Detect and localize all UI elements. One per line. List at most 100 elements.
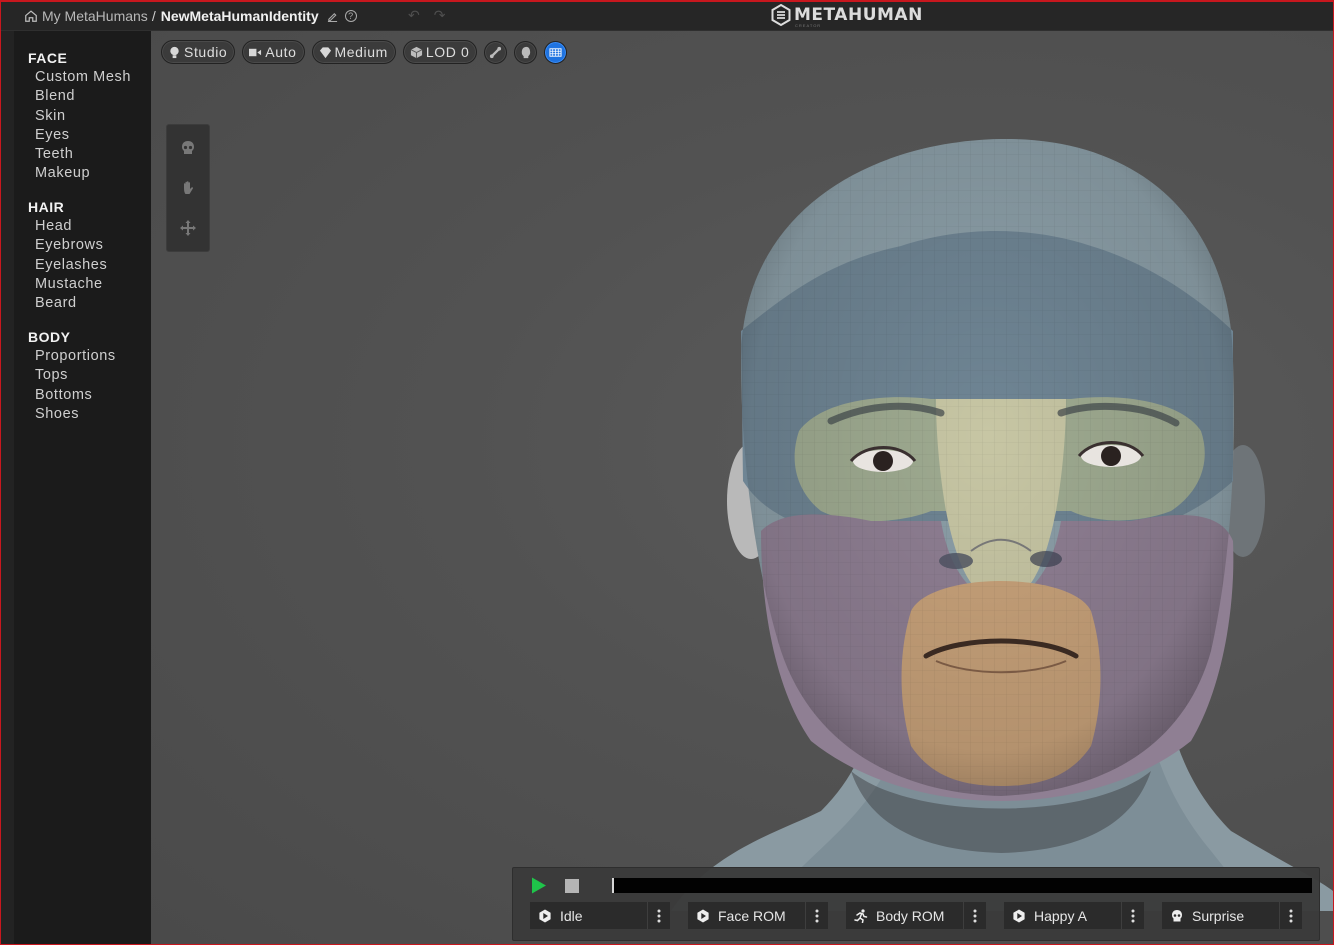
logo-text: METAHUMAN bbox=[794, 5, 923, 25]
camera-label: Auto bbox=[265, 44, 297, 60]
sidebar-item-bottoms[interactable]: Bottoms bbox=[28, 386, 116, 405]
move-tool-button[interactable] bbox=[177, 217, 199, 239]
play-circle-icon bbox=[696, 909, 710, 923]
sidebar-item-eyelashes[interactable]: Eyelashes bbox=[28, 256, 107, 275]
breadcrumb-separator: / bbox=[151, 8, 156, 24]
animation-idle-menu-button[interactable] bbox=[648, 902, 670, 929]
lod-label: LOD 0 bbox=[425, 44, 470, 60]
play-icon bbox=[532, 877, 546, 894]
sidebar-item-eyes[interactable]: Eyes bbox=[28, 126, 131, 145]
sidebar-section-body: BODY Proportions Tops Bottoms Shoes bbox=[28, 327, 116, 424]
hand-icon bbox=[184, 181, 194, 194]
animation-happy-a-menu-button[interactable] bbox=[1122, 902, 1144, 929]
section-title-face: FACE bbox=[28, 50, 68, 66]
lighting-button[interactable]: Studio bbox=[161, 40, 236, 64]
sidebar-item-skin[interactable]: Skin bbox=[28, 107, 131, 126]
animation-panel: Idle Face ROM Body ROM Happy A Surprise bbox=[512, 867, 1320, 941]
sidebar-item-mustache[interactable]: Mustache bbox=[28, 275, 107, 294]
animation-surprise-menu-button[interactable] bbox=[1280, 902, 1302, 929]
hand-tool-button[interactable] bbox=[177, 177, 199, 199]
section-title-hair: HAIR bbox=[28, 199, 65, 215]
animation-face-rom-button[interactable]: Face ROM bbox=[688, 902, 806, 929]
sidebar-item-makeup[interactable]: Makeup bbox=[28, 164, 131, 183]
skull-tool-button[interactable] bbox=[177, 137, 199, 159]
cube-icon bbox=[410, 46, 423, 59]
lighting-label: Studio bbox=[184, 44, 228, 60]
lod-button[interactable]: LOD 0 bbox=[402, 40, 478, 64]
camera-button[interactable]: Auto bbox=[242, 40, 305, 64]
logo-subtext: CREATOR bbox=[795, 23, 822, 28]
animation-label: Face ROM bbox=[718, 907, 786, 924]
more-vertical-icon bbox=[973, 909, 977, 922]
move-icon bbox=[180, 220, 196, 236]
question-circle-icon[interactable]: ? bbox=[344, 10, 357, 22]
running-person-icon bbox=[854, 908, 868, 923]
sidebar: FACE Custom Mesh Blend Skin Eyes Teeth M… bbox=[0, 31, 151, 945]
animation-preset-surprise: Surprise bbox=[1162, 902, 1302, 929]
diamond-icon bbox=[319, 46, 332, 59]
animation-preset-body-rom: Body ROM bbox=[846, 902, 986, 929]
sidebar-item-blend[interactable]: Blend bbox=[28, 87, 131, 106]
animation-preset-face-rom: Face ROM bbox=[688, 902, 828, 929]
quality-label: Medium bbox=[334, 44, 388, 60]
animation-face-rom-menu-button[interactable] bbox=[806, 902, 828, 929]
redo-icon[interactable]: ↷ bbox=[434, 7, 446, 24]
animation-idle-button[interactable]: Idle bbox=[530, 902, 648, 929]
metahuman-head-render[interactable] bbox=[671, 131, 1333, 911]
viewport-side-tools bbox=[166, 124, 210, 252]
camera-icon bbox=[249, 46, 262, 59]
sidebar-item-eyebrows[interactable]: Eyebrows bbox=[28, 236, 107, 255]
animation-body-rom-button[interactable]: Body ROM bbox=[846, 902, 964, 929]
animation-label: Surprise bbox=[1192, 907, 1245, 924]
animation-preset-idle: Idle bbox=[530, 902, 670, 929]
breadcrumb-root-link[interactable]: My MetaHumans bbox=[42, 8, 148, 24]
animation-timeline[interactable] bbox=[612, 878, 1312, 893]
animation-label: Body ROM bbox=[876, 907, 945, 924]
breadcrumb-current: NewMetaHumanIdentity bbox=[160, 8, 319, 24]
sidebar-item-beard[interactable]: Beard bbox=[28, 294, 107, 313]
more-vertical-icon bbox=[657, 909, 661, 922]
animation-happy-a-button[interactable]: Happy A bbox=[1004, 902, 1122, 929]
3d-viewport[interactable]: Studio Auto Medium LOD 0 Idle Face ROM B… bbox=[151, 31, 1333, 945]
animation-label: Happy A bbox=[1034, 907, 1087, 924]
skull-icon bbox=[1170, 909, 1184, 923]
more-vertical-icon bbox=[1289, 909, 1293, 922]
viewport-toolbar: Studio Auto Medium LOD 0 bbox=[161, 40, 568, 64]
sidebar-section-hair: HAIR Head Eyebrows Eyelashes Mustache Be… bbox=[28, 197, 107, 313]
bone-icon bbox=[490, 46, 502, 58]
animation-body-rom-menu-button[interactable] bbox=[964, 902, 986, 929]
home-icon[interactable] bbox=[24, 9, 39, 24]
animation-label: Idle bbox=[560, 907, 583, 924]
skull-icon bbox=[182, 141, 194, 154]
pencil-icon[interactable] bbox=[326, 9, 340, 23]
quality-button[interactable]: Medium bbox=[311, 40, 396, 64]
lightbulb-icon bbox=[168, 46, 181, 59]
section-title-body: BODY bbox=[28, 329, 71, 345]
sidebar-item-tops[interactable]: Tops bbox=[28, 366, 116, 385]
stop-button[interactable] bbox=[565, 879, 579, 893]
wireframe-icon bbox=[549, 47, 562, 57]
play-circle-icon bbox=[538, 909, 552, 923]
undo-icon[interactable]: ↶ bbox=[408, 7, 420, 24]
play-circle-icon bbox=[1012, 909, 1026, 923]
head-icon bbox=[522, 46, 531, 58]
metahuman-logo: METAHUMAN CREATOR bbox=[771, 4, 923, 28]
timeline-scrubber[interactable] bbox=[612, 878, 614, 893]
sidebar-item-custom-mesh[interactable]: Custom Mesh bbox=[28, 68, 131, 87]
animation-surprise-button[interactable]: Surprise bbox=[1162, 902, 1280, 929]
sidebar-item-shoes[interactable]: Shoes bbox=[28, 405, 116, 424]
metahuman-logo-icon bbox=[771, 4, 791, 26]
head-toggle-button[interactable] bbox=[514, 40, 538, 64]
more-vertical-icon bbox=[815, 909, 819, 922]
breadcrumb: My MetaHumans / NewMetaHumanIdentity ? bbox=[24, 6, 357, 26]
sidebar-item-teeth[interactable]: Teeth bbox=[28, 145, 131, 164]
sidebar-item-proportions[interactable]: Proportions bbox=[28, 347, 116, 366]
title-bar: My MetaHumans / NewMetaHumanIdentity ? ↶… bbox=[0, 0, 1334, 31]
sidebar-section-face: FACE Custom Mesh Blend Skin Eyes Teeth M… bbox=[28, 48, 131, 184]
bone-toggle-button[interactable] bbox=[484, 40, 508, 64]
sidebar-item-head[interactable]: Head bbox=[28, 217, 107, 236]
animation-presets: Idle Face ROM Body ROM Happy A Surprise bbox=[530, 902, 1302, 929]
play-button[interactable] bbox=[531, 877, 547, 894]
wireframe-toggle-button[interactable] bbox=[544, 40, 568, 64]
animation-preset-happy-a: Happy A bbox=[1004, 902, 1144, 929]
